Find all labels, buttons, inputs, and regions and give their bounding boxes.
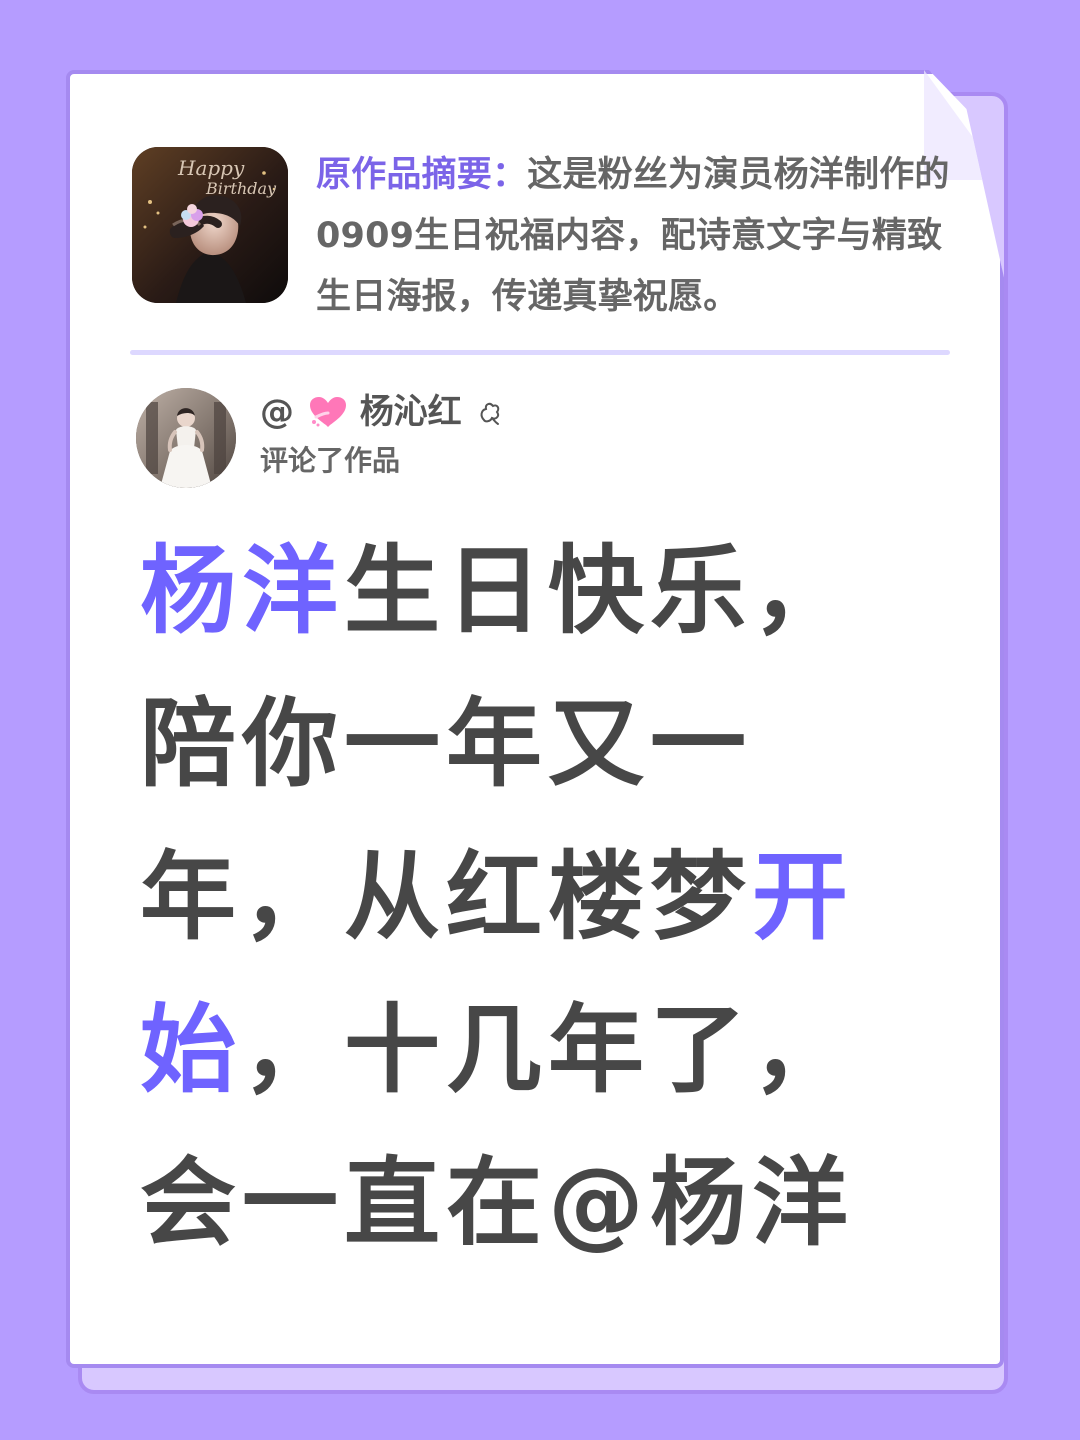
thumbnail-birthday-text: Birthday <box>205 179 277 198</box>
author-name-row: @ 杨沁红 <box>260 390 504 432</box>
section-divider <box>130 350 950 355</box>
original-work-summary: Happy Birthday 原作品摘要：这是粉丝为演员杨洋制作的0909生日祝… <box>132 145 952 317</box>
original-work-thumbnail[interactable]: Happy Birthday <box>132 147 288 303</box>
comment-action-label: 评论了作品 <box>260 444 401 477</box>
comment-highlight-name: 杨洋 <box>140 535 344 647</box>
birthday-poster-image: Happy Birthday <box>132 147 288 303</box>
pink-heart-icon <box>309 396 346 427</box>
author-avatar-image <box>136 388 236 488</box>
thumbnail-happy-text: Happy <box>177 156 245 180</box>
small-flower-icon <box>480 402 499 425</box>
author-avatar[interactable] <box>136 388 236 488</box>
mention-symbol: @ <box>260 391 294 432</box>
author-name[interactable]: 杨沁红 <box>360 392 462 432</box>
comment-text-part-2: ，十几年了，会一直在@杨洋 <box>140 994 854 1259</box>
comment-content: 杨洋生日快乐，陪你一年又一年，从红楼梦开始，十几年了，会一直在@杨洋 <box>140 515 950 1275</box>
summary-label: 原作品摘要： <box>316 155 528 195</box>
summary-text-block: 原作品摘要：这是粉丝为演员杨洋制作的0909生日祝福内容，配诗意文字与精致生日海… <box>316 145 951 328</box>
comment-author: @ 杨沁红 评论了作品 <box>136 388 636 488</box>
